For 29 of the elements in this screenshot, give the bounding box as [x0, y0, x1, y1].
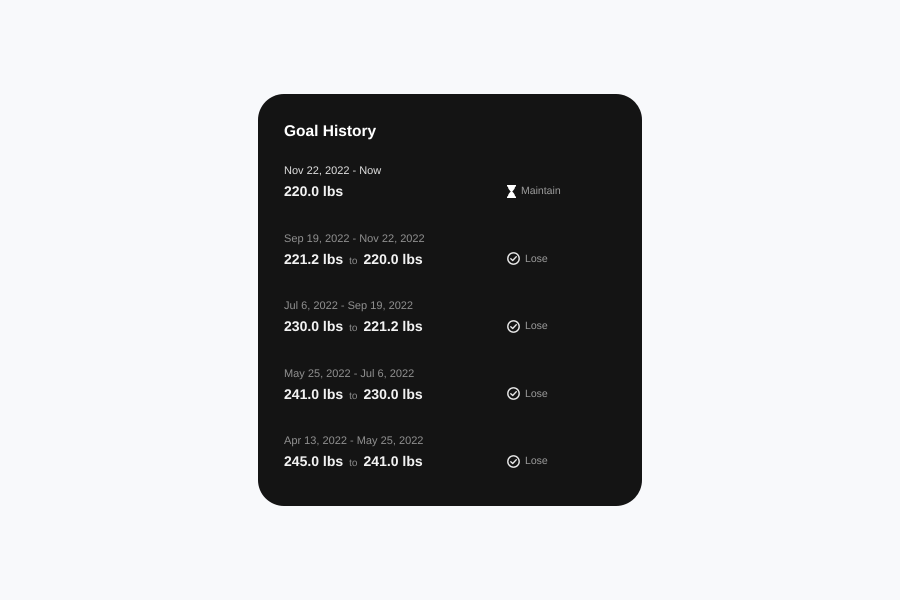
goal-status: Lose [525, 454, 548, 468]
goal-status: Lose [525, 252, 548, 266]
end-weight: 230.0 lbs [364, 384, 423, 402]
start-weight: 230.0 lbs [284, 317, 344, 335]
goal-period: Jul 6, 2022 - Sep 19, 2022 [284, 299, 414, 313]
goal-status: Lose [525, 386, 548, 400]
check-circle-icon [507, 454, 520, 468]
start-weight: 241.0 lbs [284, 384, 344, 402]
card-title: Goal History [284, 122, 378, 142]
start-weight: 221.2 lbs [284, 250, 344, 268]
to-label: to [349, 323, 358, 335]
goal-period: Sep 19, 2022 - Nov 22, 2022 [284, 232, 425, 246]
goal-period: Apr 13, 2022 - May 25, 2022 [284, 434, 424, 448]
hourglass-icon [507, 184, 516, 198]
current-weight: 220.0 lbs [284, 182, 344, 200]
to-label: to [349, 390, 358, 402]
to-label: to [349, 458, 358, 470]
goal-status: Maintain [521, 184, 561, 198]
end-weight: 241.0 lbs [364, 452, 423, 470]
goal-status: Lose [525, 319, 548, 333]
start-weight: 245.0 lbs [284, 452, 344, 470]
check-circle-icon [507, 252, 520, 265]
goal-period: Nov 22, 2022 - Now [284, 164, 382, 178]
to-label: to [349, 256, 358, 268]
check-circle-icon [507, 387, 520, 400]
goal-period: May 25, 2022 - Jul 6, 2022 [284, 366, 414, 380]
end-weight: 221.2 lbs [364, 317, 423, 335]
end-weight: 220.0 lbs [364, 250, 423, 268]
check-circle-icon [507, 320, 520, 332]
